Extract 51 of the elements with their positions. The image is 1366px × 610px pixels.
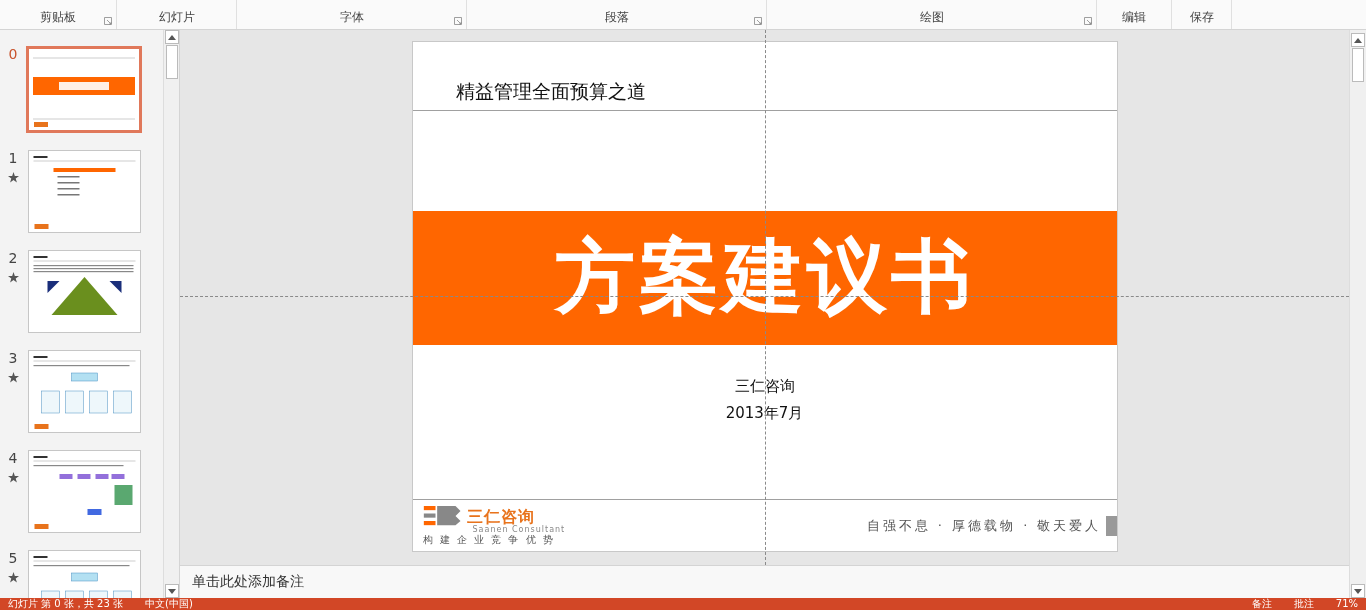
slide-title: 方案建议书 — [554, 229, 975, 325]
ribbon-group-label: 绘图 — [919, 9, 944, 26]
ribbon-group-label: 剪贴板 — [40, 9, 76, 26]
dialog-launcher-icon[interactable] — [754, 17, 762, 25]
slide-number: 2 — [8, 250, 18, 266]
logo-name: 三仁咨询 — [466, 507, 535, 525]
slide-thumbnail[interactable] — [28, 250, 141, 333]
dialog-launcher-icon[interactable] — [1084, 17, 1092, 25]
logo-icon — [422, 506, 463, 526]
comments-button[interactable]: 批注 — [1293, 598, 1314, 610]
scroll-up-button[interactable] — [1351, 33, 1365, 47]
logo-tagline: 构 建 企 业 竞 争 优 势 — [422, 534, 556, 545]
ribbon-group-label: 段落 — [604, 9, 629, 26]
scroll-down-button[interactable] — [164, 584, 179, 598]
language-text: 中文(中国) — [145, 598, 193, 610]
scroll-up-button[interactable] — [164, 30, 179, 44]
notes-button[interactable]: 备注 — [1251, 598, 1272, 610]
ribbon-group-label: 保存 — [1189, 9, 1214, 26]
dialog-launcher-icon[interactable] — [454, 17, 462, 25]
scroll-down-icon[interactable] — [1354, 588, 1362, 594]
slide-number: 3 — [8, 350, 18, 366]
slide-thumbnail[interactable] — [28, 450, 141, 533]
scroll-down-button[interactable] — [1351, 584, 1365, 598]
slide-number: 5 — [8, 550, 18, 566]
scroll-thumb[interactable] — [165, 45, 178, 79]
slide-thumbnail[interactable] — [26, 46, 142, 133]
slide-number: 1 — [8, 150, 18, 166]
slide-number: 4 — [8, 450, 18, 466]
scroll-up-icon[interactable] — [167, 34, 176, 40]
scroll-up-icon[interactable] — [1354, 37, 1362, 43]
slide-count-text: 幻灯片 第 0 张，共 23 张 — [8, 598, 123, 610]
zoom-level[interactable]: 71% — [1335, 598, 1358, 610]
company-name: 三仁咨询 — [734, 377, 795, 396]
scrollbar[interactable] — [163, 30, 179, 598]
dialog-launcher-icon[interactable] — [104, 17, 112, 25]
date-text: 2013年7月 — [725, 404, 804, 423]
ribbon-group-label: 字体 — [339, 9, 364, 26]
slide-thumbnail[interactable] — [28, 150, 141, 233]
motto-text: 自强不息 · 厚德载物 · 敬天爱人 — [866, 516, 1102, 535]
scroll-thumb[interactable] — [1352, 48, 1364, 82]
logo-english-text: Saanen Consultant — [472, 526, 566, 534]
scrollbar[interactable] — [1349, 30, 1366, 598]
scroll-down-icon[interactable] — [167, 588, 176, 594]
ribbon-group-label: 幻灯片 — [158, 9, 195, 26]
slide-header-text: 精益管理全面预算之道 — [455, 79, 646, 104]
ribbon-group-label: 编辑 — [1122, 9, 1146, 26]
notes-pane[interactable]: 单击此处添加备注 — [180, 565, 1349, 598]
notes-placeholder[interactable]: 单击此处添加备注 — [192, 573, 304, 591]
slide-number: 0 — [8, 46, 18, 62]
slide-thumbnail[interactable] — [28, 350, 141, 433]
footer-block — [1105, 515, 1117, 536]
